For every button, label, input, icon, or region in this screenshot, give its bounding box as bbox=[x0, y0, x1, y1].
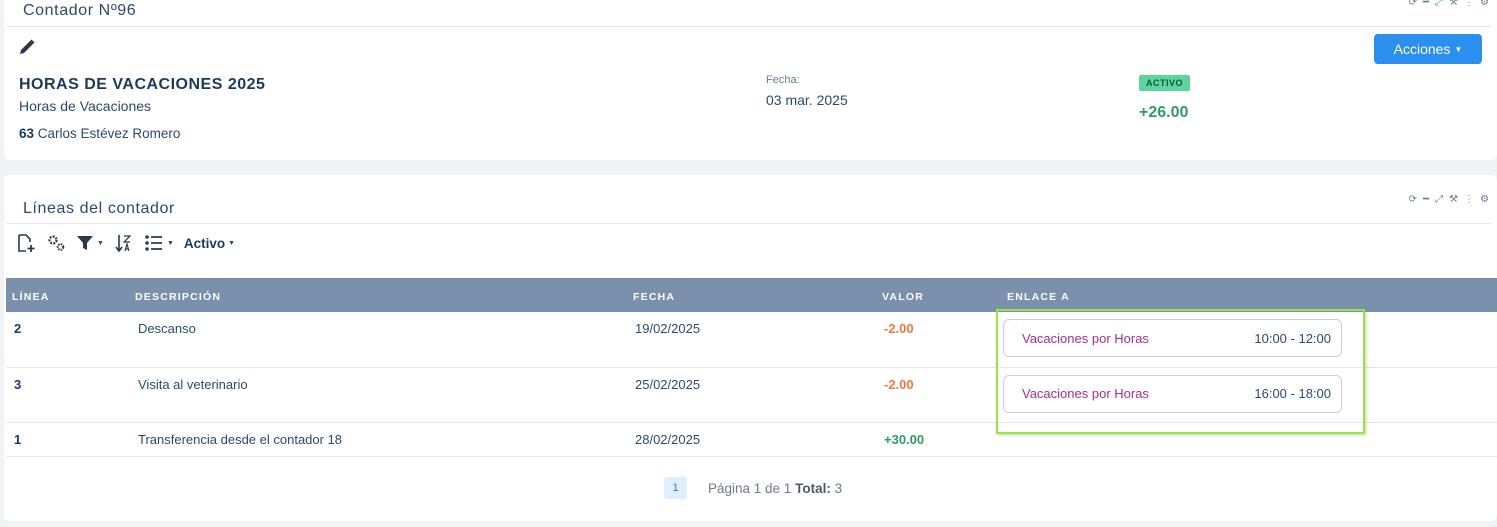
date-label: Fecha: bbox=[766, 74, 800, 86]
filter-button[interactable]: ▼ bbox=[76, 234, 104, 252]
filter-icon bbox=[77, 236, 93, 250]
pagination: 1 Página 1 de 1 Total: 3 bbox=[664, 477, 842, 499]
employee-name[interactable]: Carlos Estévez Romero bbox=[38, 126, 181, 141]
counter-total: +26.00 bbox=[1139, 104, 1189, 121]
linked-record-chip[interactable]: Vacaciones por Horas 16:00 - 18:00 bbox=[1003, 374, 1342, 413]
linked-record-chip[interactable]: Vacaciones por Horas 10:00 - 12:00 bbox=[1003, 319, 1342, 357]
pencil-icon[interactable] bbox=[18, 38, 36, 61]
link-name: Vacaciones por Horas bbox=[1022, 330, 1149, 346]
total-label: Total: bbox=[795, 480, 831, 496]
cell-link bbox=[1001, 422, 1497, 457]
table-header: LÍNEA DESCRIPCIÓN FECHA VALOR ENLACE A bbox=[6, 278, 1497, 312]
cell-line: 2 bbox=[6, 312, 131, 368]
new-document-icon bbox=[18, 234, 35, 252]
list-icon bbox=[145, 235, 162, 251]
link-name: Vacaciones por Horas bbox=[1022, 386, 1149, 401]
counter-header-panel: Contador Nº96 ⟳ ━ ⤢ ⚒ ⋮ ⚙ Acciones ▼ HORA… bbox=[4, 0, 1497, 160]
view-list-button[interactable]: ▼ bbox=[144, 233, 174, 253]
record-subtitle: Horas de Vacaciones bbox=[19, 98, 152, 114]
column-header-link: ENLACE A bbox=[1007, 291, 1070, 303]
status-badge: ACTIVO bbox=[1139, 75, 1191, 91]
status-filter-label: Activo bbox=[183, 235, 226, 251]
cell-description: Visita al veterinario bbox=[131, 367, 628, 423]
counter-lines-panel: Líneas del contador ⟳ ━ ⤢ ⚒ ⋮ ⚙ ▼ ▼ Acti… bbox=[4, 175, 1497, 521]
actions-button[interactable]: Acciones ▼ bbox=[1374, 34, 1482, 64]
panel-title: Contador Nº96 bbox=[23, 2, 137, 19]
cell-value: +30.00 bbox=[877, 422, 1001, 457]
panel-tools: ⟳ ━ ⤢ ⚒ ⋮ ⚙ bbox=[1409, 195, 1489, 205]
column-header-date[interactable]: FECHA bbox=[628, 278, 877, 312]
table-row[interactable]: 3 Visita al veterinario 25/02/2025 -2.00… bbox=[6, 367, 1497, 423]
cell-link: Vacaciones por Horas 10:00 - 12:00 bbox=[1001, 312, 1497, 368]
table-row[interactable]: 2 Descanso 19/02/2025 -2.00 Vacaciones p… bbox=[6, 312, 1497, 368]
pagination-text: Página 1 de 1 bbox=[708, 480, 792, 496]
panel-tools: ⟳ ━ ⤢ ⚒ ⋮ ⚙ bbox=[1409, 0, 1489, 8]
gear-icon[interactable]: ⚙ bbox=[1480, 0, 1489, 8]
panel-title: Líneas del contador bbox=[23, 200, 175, 217]
cell-date: 19/02/2025 bbox=[628, 312, 877, 368]
pagination-info: Página 1 de 1 Total: 3 bbox=[708, 481, 842, 496]
lines-table: LÍNEA DESCRIPCIÓN FECHA VALOR ENLACE A 2… bbox=[6, 278, 1497, 457]
magic-wand-icon[interactable]: ⚒ bbox=[1449, 0, 1458, 8]
cell-value: -2.00 bbox=[877, 312, 1001, 368]
caret-down-icon: ▼ bbox=[166, 239, 174, 247]
magic-wand-icon[interactable]: ⚒ bbox=[1449, 195, 1458, 205]
date-value: 03 mar. 2025 bbox=[766, 92, 848, 108]
column-header-value[interactable]: VALOR bbox=[877, 278, 1001, 312]
expand-icon[interactable]: ⤢ bbox=[1435, 195, 1443, 205]
actions-label: Acciones bbox=[1393, 41, 1451, 57]
gear-icon[interactable]: ⚙ bbox=[1480, 195, 1489, 205]
refresh-icon[interactable]: ⟳ bbox=[1409, 0, 1417, 8]
caret-down-icon: ▼ bbox=[228, 239, 236, 247]
total-count: 3 bbox=[834, 480, 843, 496]
caret-down-icon: ▼ bbox=[1454, 45, 1463, 54]
caret-down-icon: ▼ bbox=[97, 239, 104, 247]
cell-link: Vacaciones por Horas 16:00 - 18:00 bbox=[1001, 367, 1497, 423]
list-toolbar: ▼ ▼ Activo ▼ bbox=[16, 232, 245, 254]
employee-id: 63 bbox=[19, 126, 35, 141]
expand-icon[interactable]: ⤢ bbox=[1435, 0, 1443, 8]
status-filter-dropdown[interactable]: Activo ▼ bbox=[184, 236, 235, 251]
cell-description: Descanso bbox=[131, 312, 628, 368]
more-icon[interactable]: ⋮ bbox=[1464, 0, 1474, 8]
cell-date: 28/02/2025 bbox=[628, 422, 877, 457]
new-document-button[interactable] bbox=[16, 233, 36, 253]
employee: 63 Carlos Estévez Romero bbox=[19, 126, 180, 141]
cell-date: 25/02/2025 bbox=[628, 367, 877, 423]
cell-value: -2.00 bbox=[877, 367, 1001, 423]
record-title: HORAS DE VACACIONES 2025 bbox=[19, 76, 266, 93]
page-button[interactable]: 1 bbox=[664, 477, 687, 499]
table-row[interactable]: 1 Transferencia desde el contador 18 28/… bbox=[6, 422, 1497, 457]
column-header-description[interactable]: DESCRIPCIÓN bbox=[131, 278, 628, 312]
minimize-icon[interactable]: ━ bbox=[1423, 0, 1429, 8]
sort-button[interactable] bbox=[114, 233, 134, 253]
settings-button[interactable] bbox=[46, 233, 66, 253]
cell-line: 3 bbox=[6, 367, 131, 423]
link-time: 10:00 - 12:00 bbox=[1254, 330, 1331, 346]
divider bbox=[6, 223, 1491, 224]
column-header-line[interactable]: LÍNEA bbox=[6, 278, 131, 312]
cell-line: 1 bbox=[6, 422, 131, 457]
gears-icon bbox=[48, 235, 65, 251]
cell-description: Transferencia desde el contador 18 bbox=[131, 422, 628, 457]
divider bbox=[6, 26, 1491, 27]
sort-az-icon bbox=[115, 235, 132, 253]
minimize-icon[interactable]: ━ bbox=[1423, 195, 1429, 205]
more-icon[interactable]: ⋮ bbox=[1464, 195, 1474, 205]
link-time: 16:00 - 18:00 bbox=[1254, 386, 1331, 401]
refresh-icon[interactable]: ⟳ bbox=[1409, 195, 1417, 205]
